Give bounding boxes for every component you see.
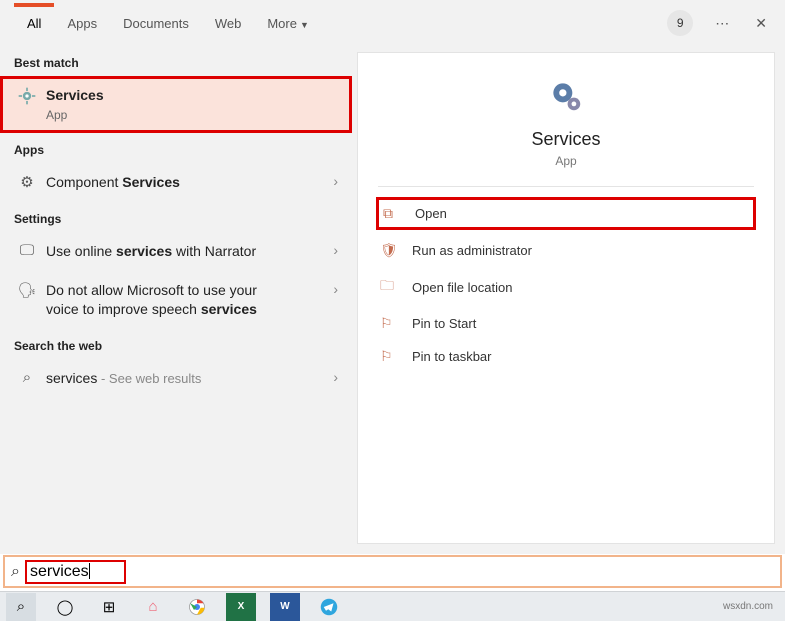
result-narrator-services[interactable]: 🖵 Use online services with Narrator ›	[0, 232, 352, 271]
action-run-admin[interactable]: 🛡 Run as administrator	[358, 234, 774, 267]
source-label: wsxdn.com	[723, 601, 779, 612]
count-badge[interactable]: 9	[667, 10, 693, 36]
result-web-services[interactable]: ⌕ services - See web results ›	[0, 359, 352, 398]
open-icon: ⧉	[383, 205, 405, 222]
filter-tabs: All Apps Documents Web More▼ 9 ⋯ ✕	[0, 0, 785, 46]
result-speech-services[interactable]: 🗣 Do not allow Microsoft to use yourvoic…	[0, 271, 352, 329]
narrator-icon: 🖵	[14, 242, 40, 259]
ellipsis-icon[interactable]: ⋯	[711, 11, 733, 36]
search-bar[interactable]: ⌕ services	[3, 555, 782, 588]
action-pin-taskbar[interactable]: ⚐ Pin to taskbar	[358, 340, 774, 373]
chevron-right-icon: ›	[323, 173, 338, 189]
action-open[interactable]: ⧉ Open	[376, 197, 756, 230]
result-component-services[interactable]: ⚙ Component Services ›	[0, 163, 352, 202]
result-services-app[interactable]: ServicesApp	[0, 76, 352, 133]
section-settings: Settings	[0, 202, 352, 232]
search-icon: ⌕	[11, 563, 20, 581]
results-list: Best match ServicesApp Apps ⚙ Component …	[0, 46, 352, 554]
speech-icon: 🗣	[14, 281, 40, 299]
gear-icon	[14, 86, 40, 106]
action-pin-start[interactable]: ⚐ Pin to Start	[358, 307, 774, 340]
tab-all[interactable]: All	[14, 5, 54, 41]
section-web: Search the web	[0, 329, 352, 359]
detail-pane: Services App ⧉ Open 🛡 Run as administrat…	[357, 52, 775, 544]
search-input[interactable]: services	[30, 563, 90, 581]
pin-icon: ⚐	[380, 315, 402, 332]
taskbar-word-icon[interactable]: W	[270, 593, 300, 621]
tab-more[interactable]: More▼	[254, 5, 322, 41]
folder-icon: 🗀	[380, 275, 402, 299]
chevron-right-icon: ›	[323, 242, 338, 258]
search-icon: ⌕	[14, 369, 40, 386]
tab-apps[interactable]: Apps	[54, 5, 110, 41]
taskbar-taskview-icon[interactable]: ⊞	[94, 593, 124, 621]
shield-icon: 🛡	[380, 242, 402, 259]
detail-subtitle: App	[368, 154, 764, 168]
pin-icon: ⚐	[380, 348, 402, 365]
tab-documents[interactable]: Documents	[110, 5, 202, 41]
close-icon[interactable]: ✕	[751, 11, 771, 36]
taskbar-app-icon[interactable]: ⌂	[138, 593, 168, 621]
chevron-right-icon: ›	[323, 369, 338, 385]
section-apps: Apps	[0, 133, 352, 163]
taskbar-search-icon[interactable]: ⌕	[6, 593, 36, 621]
taskbar-cortana-icon[interactable]: ◯	[50, 593, 80, 621]
taskbar-excel-icon[interactable]: X	[226, 593, 256, 621]
taskbar: ⌕ ◯ ⊞ ⌂ X W wsxdn.com	[0, 591, 785, 621]
component-icon: ⚙	[14, 173, 40, 191]
chevron-down-icon: ▼	[300, 20, 309, 30]
tab-web[interactable]: Web	[202, 5, 255, 41]
taskbar-telegram-icon[interactable]	[314, 593, 344, 621]
detail-title: Services	[368, 129, 764, 150]
taskbar-chrome-icon[interactable]	[182, 593, 212, 621]
section-best-match: Best match	[0, 46, 352, 76]
action-file-location[interactable]: 🗀 Open file location	[358, 267, 774, 307]
chevron-right-icon: ›	[323, 281, 338, 297]
gear-icon	[547, 77, 585, 115]
